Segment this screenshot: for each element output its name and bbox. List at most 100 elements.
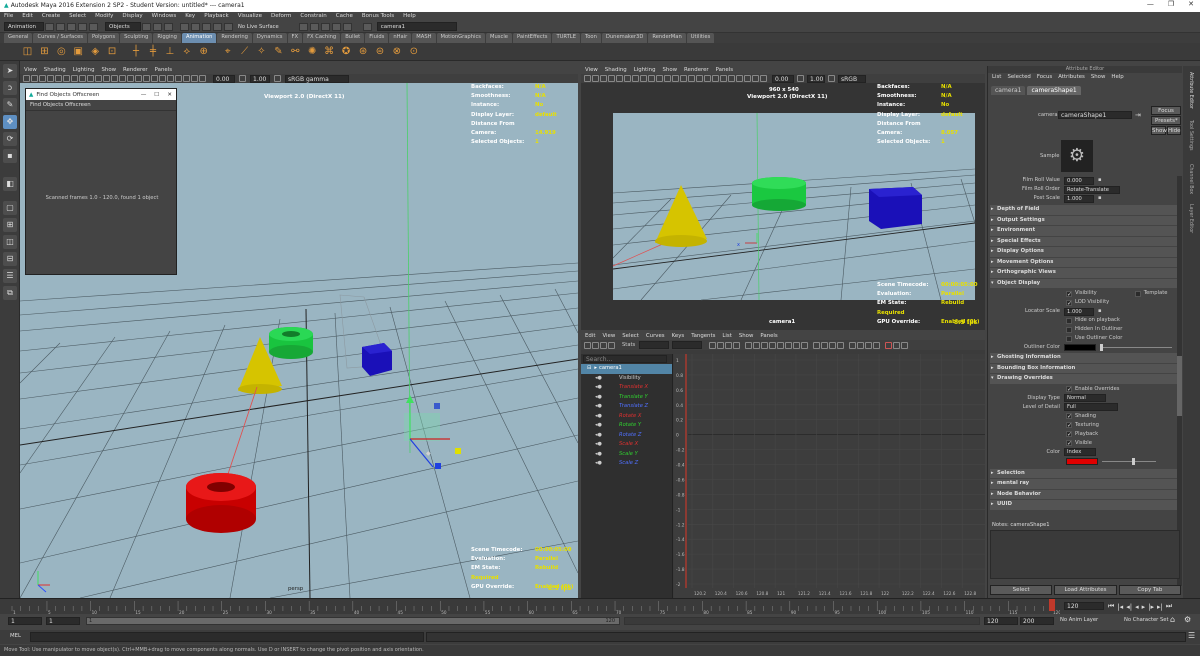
shelf-tab-bullet[interactable]: Bullet (341, 33, 365, 43)
smooth-shade-icon[interactable] (672, 75, 679, 82)
clamped-tangent-icon[interactable] (761, 341, 769, 349)
script-editor-icon[interactable]: ☰ (1188, 631, 1195, 640)
redo-icon[interactable] (89, 22, 98, 31)
hypershade-icon[interactable] (331, 22, 341, 31)
left-menu-shading[interactable]: Shading (44, 66, 66, 74)
select-object-icon[interactable] (153, 22, 162, 31)
section-uuid[interactable]: UUID (990, 500, 1177, 510)
swap-buffer-icon[interactable] (857, 341, 865, 349)
expand-icon[interactable]: ⊟ (587, 364, 591, 374)
section-output-settings[interactable]: Output Settings (990, 215, 1177, 225)
channel-eye-icon[interactable]: ◂● (595, 412, 609, 422)
map-button-icon[interactable]: ▪ (1098, 194, 1102, 203)
shelf-tab-rigging[interactable]: Rigging (153, 33, 181, 43)
add-inbetween-icon[interactable]: ┼ (130, 45, 143, 58)
shelf-tab-dynamics[interactable]: Dynamics (252, 33, 287, 43)
override-color-slider[interactable] (1102, 457, 1156, 465)
add-keys-icon[interactable] (600, 341, 607, 349)
channel-eye-icon[interactable]: ◂● (595, 459, 609, 469)
texturing-checkbox[interactable] (1066, 421, 1072, 430)
safe-title-icon[interactable] (95, 75, 102, 82)
wireframe-icon[interactable] (103, 75, 110, 82)
scale-tool-icon[interactable]: ▪ (3, 149, 17, 163)
shading-checkbox[interactable] (1066, 412, 1072, 421)
dope-sheet-icon[interactable] (885, 341, 893, 349)
render-settings-icon[interactable] (320, 22, 330, 31)
camera-name-field[interactable]: camera1 (376, 22, 457, 31)
wireframe-icon[interactable] (664, 75, 671, 82)
perspective-viewport[interactable]: View Shading Lighting Show Renderer Pane… (20, 66, 578, 598)
step-forward-frame-icon[interactable]: |▸ (1148, 603, 1154, 611)
attr-menu-selected[interactable]: Selected (1007, 73, 1030, 82)
menu-modify[interactable]: Modify (95, 12, 113, 21)
step-forward-key-icon[interactable]: ▸| (1157, 603, 1163, 611)
mel-input[interactable] (30, 632, 424, 642)
menu-help[interactable]: Help (403, 12, 416, 21)
camera-viewport[interactable]: View Shading Lighting Show Renderer Pane… (581, 66, 985, 330)
shelf-tab-polygons[interactable]: Polygons (87, 33, 120, 43)
xray-icon[interactable] (183, 75, 190, 82)
current-time-marker[interactable] (1049, 599, 1055, 611)
smooth-shade-icon[interactable] (111, 75, 118, 82)
find-window-minimize-icon[interactable]: — (141, 92, 147, 98)
maximize-icon[interactable]: ❐ (1168, 0, 1174, 8)
step-tangent-icon[interactable] (785, 341, 793, 349)
left-menu-show[interactable]: Show (102, 66, 117, 74)
channel-row[interactable]: ◂● Translate Y (581, 393, 672, 403)
last-tool-icon[interactable]: ◧ (3, 177, 17, 191)
shelf-tab-curves-surfaces[interactable]: Curves / Surfaces (33, 33, 87, 43)
tab-attribute-editor[interactable]: Attribute Editor (1188, 72, 1193, 109)
locator-scale-field[interactable]: 1.000 (1064, 307, 1094, 316)
new-scene-icon[interactable] (45, 22, 54, 31)
shelf-tab-painteffects[interactable]: PaintEffects (512, 33, 552, 43)
textured-icon[interactable] (688, 75, 695, 82)
isolate-icon[interactable] (736, 75, 743, 82)
smooth-bind-icon[interactable]: ⚯ (289, 45, 302, 58)
snap-point-icon[interactable] (202, 22, 211, 31)
find-window-titlebar[interactable]: ▲ Find Objects Offscreen — ☐ ✕ (26, 89, 176, 100)
snap-curve-icon[interactable] (191, 22, 200, 31)
lod-visibility-checkbox[interactable] (1066, 299, 1072, 308)
section-orthographic-views[interactable]: Orthographic Views (990, 268, 1177, 278)
channel-row[interactable]: ◂● Visibility (581, 374, 672, 384)
gate-mask-icon[interactable] (71, 75, 78, 82)
graph-search-field[interactable]: Search... (583, 355, 667, 363)
playback-end-field[interactable]: 120 (984, 617, 1018, 625)
override-color-swatch[interactable] (1066, 457, 1098, 465)
bookmark-icon[interactable] (592, 75, 599, 82)
cluster-icon[interactable]: ✺ (306, 45, 319, 58)
section-object-display[interactable]: Object Display (990, 278, 1177, 288)
color-mgmt-icon[interactable] (274, 75, 281, 82)
shelf-tab-muscle[interactable]: Muscle (486, 33, 512, 43)
linear-tangent-icon[interactable] (769, 341, 777, 349)
right-menu-shading[interactable]: Shading (605, 66, 627, 74)
channel-row[interactable]: ◂● Rotate Z (581, 431, 672, 441)
map-button-icon[interactable]: ▪ (1098, 307, 1102, 316)
tab-camera1[interactable]: camera1 (991, 86, 1026, 95)
channel-eye-icon[interactable]: ◂● (595, 383, 609, 393)
channel-eye-icon[interactable]: ◂● (595, 421, 609, 431)
channel-row[interactable]: ◂● Translate X (581, 383, 672, 393)
graph-menu-list[interactable]: List (722, 332, 731, 340)
select-hierarchy-icon[interactable] (142, 22, 151, 31)
isolate-icon[interactable] (175, 75, 182, 82)
lasso-tool-icon[interactable]: ↄ (3, 81, 17, 95)
layout-single-icon[interactable]: ▢ (3, 201, 17, 215)
left-menu-view[interactable]: View (24, 66, 37, 74)
hide-button[interactable]: Hide (1167, 126, 1181, 135)
selection-mode-dropdown[interactable]: Objects (105, 22, 141, 31)
remove-inbetween-icon[interactable]: ╪ (146, 45, 159, 58)
gamma-field[interactable]: 1.00 (250, 74, 270, 83)
section-depth-of-field[interactable]: Depth of Field (990, 205, 1177, 215)
anim-layer-dropdown[interactable]: No Anim Layer (1060, 617, 1098, 623)
section-bounding-box[interactable]: Bounding Box Information (990, 363, 1177, 373)
shelf-tab-animation[interactable]: Animation (181, 33, 217, 43)
outliner-color-slider[interactable] (1100, 344, 1172, 351)
live-surface-label[interactable]: No Live Surface (238, 24, 279, 30)
menu-visualize[interactable]: Visualize (238, 12, 262, 21)
view-transform-dropdown[interactable]: sRGB gam (838, 74, 866, 90)
close-icon[interactable]: ✕ (1188, 0, 1194, 8)
shelf-tab-renderman[interactable]: RenderMan (648, 33, 686, 43)
center-current-icon[interactable] (733, 341, 741, 349)
constraint-parent-icon[interactable]: ⊙ (407, 45, 420, 58)
